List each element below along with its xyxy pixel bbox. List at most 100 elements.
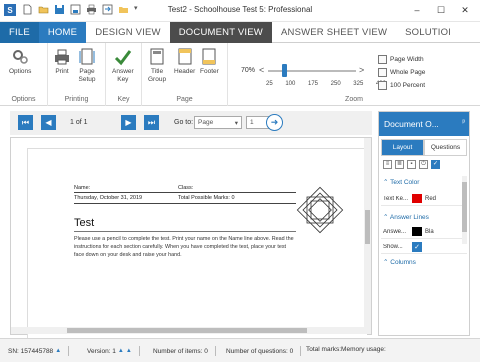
- categorized-icon[interactable]: ≡: [383, 160, 392, 169]
- alphabetical-icon[interactable]: ≣: [395, 160, 404, 169]
- zoom-tick: 325: [353, 81, 364, 87]
- status-serial: SN: 157445788 ▲: [8, 346, 70, 356]
- red-swatch: [412, 194, 422, 203]
- tab-solutions[interactable]: SOLUTIOI: [396, 22, 460, 43]
- navigation-toolbar: ⏮ ◀ 1 of 1 ▶ ⏭ Go to: Page ▾ 1 ⬍ ➜: [10, 111, 372, 135]
- answer-key-button[interactable]: Answer Key: [112, 48, 134, 84]
- tab-answer-sheet-view[interactable]: ANSWER SHEET VIEW: [272, 22, 396, 43]
- options-group: Options Options: [0, 43, 48, 106]
- power-icon[interactable]: ⏻: [419, 160, 428, 169]
- chevron-down-icon: ▾: [234, 120, 238, 127]
- property-row-answer-key[interactable]: Answe... Bla: [381, 225, 467, 239]
- options-button[interactable]: Options: [9, 48, 31, 76]
- page-group-label: Page: [176, 96, 193, 103]
- zoom-in-arrow[interactable]: >: [359, 65, 364, 75]
- last-page-button[interactable]: ⏭: [144, 115, 159, 130]
- scroll-thumb[interactable]: [462, 182, 467, 232]
- options-group-label: Options: [11, 96, 36, 103]
- ribbon: Options Options Print Page Setup Printin…: [0, 43, 480, 106]
- go-button[interactable]: ➜: [266, 114, 283, 131]
- name-line: [74, 192, 296, 193]
- first-page-button[interactable]: ⏮: [18, 115, 33, 130]
- zoom-tick: 25: [266, 81, 273, 87]
- expand-icon[interactable]: ▲: [126, 348, 132, 354]
- header-button[interactable]: Header: [174, 48, 195, 76]
- tab-document-view[interactable]: DOCUMENT VIEW: [169, 22, 272, 43]
- save-icon[interactable]: ▪: [407, 160, 416, 169]
- panel-toolbar: ≡ ≣ ▪ ⏻ ✓: [383, 160, 440, 169]
- maximize-button[interactable]: ☐: [430, 2, 452, 18]
- document-horizontal-scrollbar[interactable]: [11, 327, 365, 334]
- panel-tabs: Layout Questions: [381, 139, 467, 156]
- zoom-tick: 250: [330, 81, 341, 87]
- hundred-percent-icon: [378, 81, 387, 90]
- gears-icon: [13, 50, 29, 64]
- key-group-label: Key: [117, 96, 130, 103]
- total-marks: Total Possible Marks: 0: [178, 195, 235, 201]
- footer-button[interactable]: Footer: [200, 48, 219, 76]
- scroll-thumb[interactable]: [365, 210, 370, 244]
- panel-header: Document O... ᵖ: [379, 112, 469, 136]
- document-vertical-scrollbar[interactable]: [364, 138, 371, 334]
- whole-page-button[interactable]: Whole Page: [378, 68, 425, 77]
- header-line: [74, 203, 296, 204]
- status-marks-memory: Total marks:Memory usage:: [306, 346, 386, 353]
- status-version: Version: 1 ▲ ▲: [87, 346, 140, 356]
- header-icon: [178, 48, 192, 65]
- tab-questions[interactable]: Questions: [424, 139, 467, 156]
- title-group-button[interactable]: Title Group: [148, 48, 166, 84]
- printing-group-label: Printing: [64, 96, 89, 103]
- name-label: Name:: [74, 185, 91, 191]
- zoom-percent: 70%: [241, 67, 256, 74]
- pin-icon[interactable]: ᵖ: [462, 119, 465, 126]
- zoom-group-label: Zoom: [345, 96, 363, 103]
- ribbon-tabs: FILE HOME DESIGN VIEW DOCUMENT VIEW ANSW…: [0, 22, 480, 43]
- logo-diamond-icon: [296, 186, 344, 234]
- tab-design-view[interactable]: DESIGN VIEW: [86, 22, 170, 43]
- footer-icon: [202, 48, 216, 65]
- tab-file[interactable]: FILE: [0, 22, 39, 43]
- zoom-slider-thumb[interactable]: [282, 64, 287, 77]
- title-bar: S ▾ Test2 - Schoolhouse Test 5: Professi…: [0, 0, 480, 22]
- title-line: [74, 231, 296, 232]
- page-group: Title Group Header Footer Page: [142, 43, 228, 106]
- expand-icon[interactable]: ▲: [55, 348, 61, 354]
- next-page-button[interactable]: ▶: [121, 115, 136, 130]
- section-columns[interactable]: ⌃ Columns: [383, 258, 416, 266]
- scroll-thumb[interactable]: [67, 328, 307, 333]
- tab-home[interactable]: HOME: [38, 22, 87, 43]
- property-row-show[interactable]: Show... ✓: [381, 240, 467, 254]
- page-width-button[interactable]: Page Width: [378, 55, 424, 64]
- panel-title: Document O...: [384, 119, 439, 129]
- page-setup-button[interactable]: Page Setup: [78, 48, 96, 84]
- test-title: Test: [74, 217, 95, 229]
- show-checkbox[interactable]: ✓: [412, 241, 422, 252]
- minimize-button[interactable]: –: [406, 2, 428, 18]
- section-answer-lines[interactable]: ⌃ Answer Lines: [383, 213, 429, 221]
- black-swatch: [412, 227, 422, 236]
- tab-layout[interactable]: Layout: [381, 139, 424, 156]
- test-instructions: Please use a pencil to complete the test…: [74, 236, 294, 258]
- status-questions: Number of questions: 0: [226, 346, 302, 356]
- page-width-icon: [378, 55, 387, 64]
- class-label: Class:: [178, 185, 194, 191]
- zoom-group: Zoom: [228, 43, 480, 106]
- hundred-percent-button[interactable]: 100 Percent: [378, 81, 425, 90]
- document-viewer: Name: Class: Thursday, October 31, 2019 …: [10, 137, 372, 348]
- zoom-out-arrow[interactable]: <: [259, 65, 264, 75]
- property-row-text-key[interactable]: Text Ke... Red: [381, 192, 467, 206]
- document-page: Name: Class: Thursday, October 31, 2019 …: [27, 148, 367, 348]
- expand-icon[interactable]: ▲: [118, 348, 124, 354]
- page-indicator: 1 of 1: [70, 119, 88, 126]
- close-button[interactable]: ✕: [454, 2, 476, 18]
- previous-page-button[interactable]: ◀: [41, 115, 56, 130]
- panel-scrollbar[interactable]: [462, 176, 467, 244]
- whole-page-icon: [378, 68, 387, 77]
- zoom-ticks: 25 100 175 250 325 400: [266, 81, 386, 87]
- goto-type-select[interactable]: Page ▾: [194, 116, 242, 129]
- section-text-color[interactable]: ⌃ Text Color: [383, 178, 419, 186]
- test-date: Thursday, October 31, 2019: [74, 195, 143, 201]
- checkmark-icon: [114, 50, 132, 66]
- print-button[interactable]: Print: [53, 48, 71, 76]
- checked-icon[interactable]: ✓: [431, 160, 440, 169]
